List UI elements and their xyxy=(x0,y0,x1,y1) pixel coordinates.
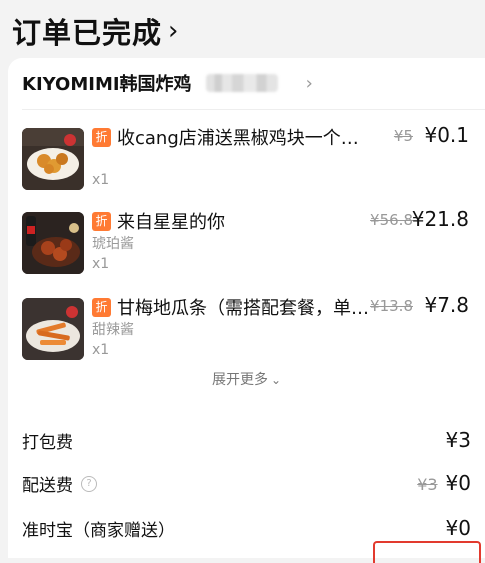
delivery-fee-row: 配送费 ? ¥3 ¥0 xyxy=(22,471,471,497)
ontime-guarantee-label: 准时宝（商家赠送） xyxy=(22,521,175,541)
discount-tag: 折 xyxy=(92,298,111,317)
item-spec: 甜辣酱 xyxy=(92,322,134,338)
packing-fee-row: 打包费 ¥3 xyxy=(22,428,471,454)
product-thumbnail xyxy=(22,212,84,274)
blurred-shop-branch xyxy=(205,74,278,92)
item-title: 甘梅地瓜条（需搭配套餐，单… xyxy=(117,298,369,319)
delivery-fee-value: ¥0 xyxy=(445,471,471,495)
packing-fee-value: ¥3 xyxy=(445,428,471,452)
product-thumbnail xyxy=(22,128,84,190)
ontime-guarantee-row: 准时宝（商家赠送） ¥0 xyxy=(22,516,471,542)
highlight-annotation xyxy=(373,541,481,563)
item-quantity: x1 xyxy=(92,256,110,272)
order-item[interactable]: 折 甘梅地瓜条（需搭配套餐，单… 甜辣酱 x1 ¥13.8 ¥7.8 xyxy=(22,293,485,362)
order-item[interactable]: 折 收cang店浦送黑椒鸡块一个（每… x1 ¥5 ¥0.1 xyxy=(22,123,485,192)
shop-row[interactable]: KIYOMIMI韩国炸鸡 › xyxy=(22,68,313,98)
expand-more-label: 展开更多 xyxy=(211,372,268,388)
order-status-title: 订单已完成 xyxy=(12,16,163,50)
divider xyxy=(22,109,485,110)
item-price: ¥0.1 xyxy=(424,123,469,147)
discount-tag: 折 xyxy=(92,128,111,147)
order-item[interactable]: 折 来自星星的你 琥珀酱 x1 ¥56.8 ¥21.8 xyxy=(22,207,485,276)
item-title: 收cang店浦送黑椒鸡块一个（每… xyxy=(117,128,373,149)
item-quantity: x1 xyxy=(92,172,110,188)
chevron-down-icon: ⌄ xyxy=(270,373,282,387)
expand-more-button[interactable]: 展开更多 ⌄ xyxy=(8,369,485,389)
product-thumbnail xyxy=(22,298,84,360)
delivery-fee-label: 配送费 xyxy=(22,476,73,496)
original-price: ¥5 xyxy=(393,127,413,145)
order-card: KIYOMIMI韩国炸鸡 › 折 收cang店浦送黑椒鸡块一个（每… x1 ¥5… xyxy=(8,58,485,563)
item-price: ¥7.8 xyxy=(424,293,469,317)
ontime-guarantee-value: ¥0 xyxy=(445,516,471,540)
delivery-fee-original: ¥3 xyxy=(417,475,438,494)
item-spec: 琥珀酱 xyxy=(92,236,134,252)
item-quantity: x1 xyxy=(92,342,110,358)
packing-fee-label: 打包费 xyxy=(22,433,73,453)
original-price: ¥56.8 xyxy=(370,211,413,229)
chevron-right-icon: › xyxy=(305,72,313,94)
original-price: ¥13.8 xyxy=(370,297,413,315)
item-price: ¥21.8 xyxy=(411,207,469,231)
chevron-right-icon: › xyxy=(168,16,180,46)
discount-tag: 折 xyxy=(92,212,111,231)
shop-name: KIYOMIMI韩国炸鸡 xyxy=(22,74,192,95)
order-status-header[interactable]: 订单已完成 › xyxy=(12,10,179,52)
item-title: 来自星星的你 xyxy=(117,212,225,233)
help-icon[interactable]: ? xyxy=(81,475,97,492)
